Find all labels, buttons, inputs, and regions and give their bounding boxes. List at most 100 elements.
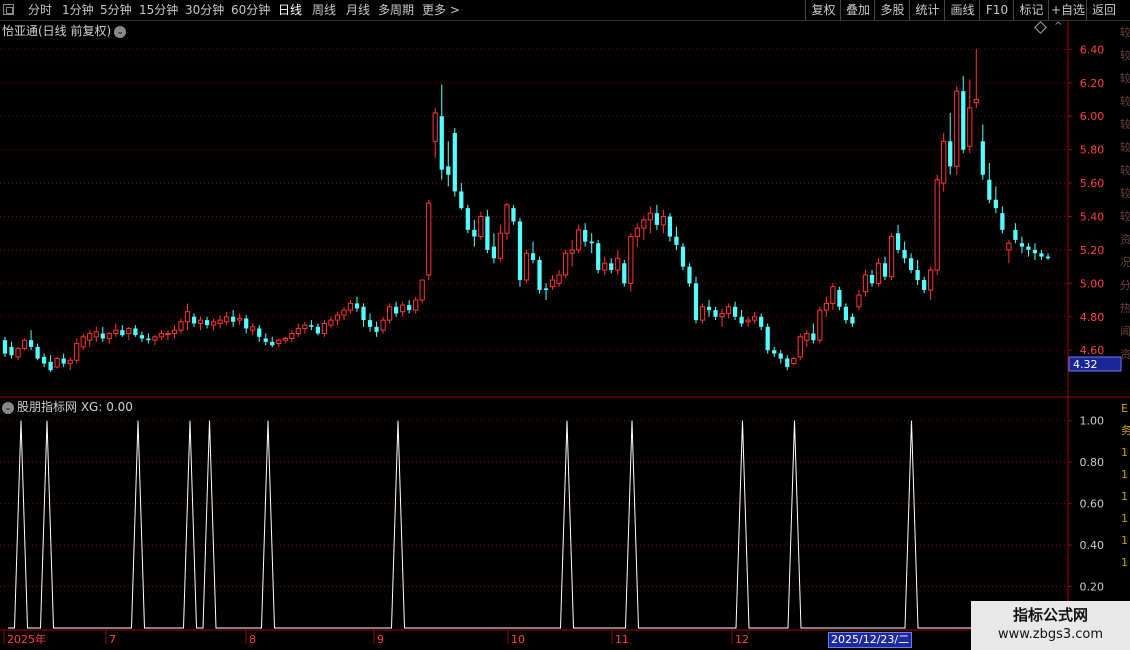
indicator-tick-label: 1.00: [1080, 415, 1105, 428]
candle-body-down: [772, 350, 777, 354]
candle-body-up: [615, 257, 621, 271]
side-label: 分: [1120, 279, 1130, 292]
candle-body-down: [583, 229, 588, 242]
candle-body-up: [478, 216, 484, 238]
toolbar-button-4[interactable]: 画线: [944, 0, 980, 20]
candle-body-up: [413, 299, 419, 311]
watermark-title: 指标公式网: [1012, 606, 1088, 624]
chevron-down-icon[interactable]: ⌄: [114, 25, 127, 38]
toolbar-button-6[interactable]: 标记: [1013, 0, 1049, 20]
side-label: 1: [1121, 556, 1128, 569]
candle-body-up: [875, 262, 882, 284]
candle-body-down: [622, 263, 627, 284]
toolbar-button-5[interactable]: F10: [979, 0, 1014, 20]
candle-body-up: [934, 179, 940, 271]
candle-body-down: [452, 132, 457, 192]
toolbar-button-8[interactable]: 返回: [1086, 0, 1121, 20]
candle-body-up: [576, 229, 582, 251]
caret-up-icon[interactable]: ^: [1054, 21, 1062, 32]
candle-body-up: [54, 358, 60, 368]
side-label: 较: [1120, 117, 1130, 131]
candle-body-up: [954, 90, 960, 167]
date-tick-label: 7: [109, 633, 116, 646]
candle-body-down: [922, 280, 927, 291]
candle-body-up: [210, 321, 217, 326]
candle-body-down: [961, 91, 966, 150]
toolbar-button-0[interactable]: 复权: [805, 0, 841, 20]
indicator-title-text: 股朋指标网 XG: 0.00: [17, 400, 133, 414]
candle-body-up: [699, 306, 706, 321]
candle-body-up: [171, 329, 178, 334]
candle-body-down: [35, 346, 40, 359]
candle-body-up: [817, 309, 823, 341]
period-tab-1[interactable]: 1分钟: [62, 2, 94, 18]
candle-body-down: [446, 166, 451, 175]
candle-body-down: [680, 246, 686, 267]
side-label: 1: [1121, 468, 1128, 481]
period-tab-8[interactable]: 月线: [346, 2, 370, 18]
date-tick-label: 8: [249, 633, 256, 646]
candle-body-up: [224, 316, 230, 323]
toolbar-button-1[interactable]: 叠加: [840, 0, 875, 20]
period-tab-3[interactable]: 15分钟: [139, 2, 178, 18]
side-label: 较: [1120, 48, 1130, 62]
candle-body-up: [660, 216, 667, 226]
kline-chart-canvas[interactable]: 6.40 6.20 6.00 5.80 5.60 5.40 5.20 5.00 4.80 4.60…: [0, 0, 1130, 650]
candle-body-down: [244, 318, 249, 329]
period-tab-10[interactable]: 更多 >: [422, 2, 460, 18]
candle-body-down: [354, 303, 360, 309]
candle-body-up: [217, 319, 223, 324]
date-tick-label: 11: [615, 633, 629, 646]
candle-body-up: [791, 358, 797, 365]
candle-body-down: [811, 333, 816, 341]
indicator-tick-label: 0.40: [1080, 539, 1105, 552]
toolbar-button-3[interactable]: 统计: [909, 0, 945, 20]
chevron-down-icon[interactable]: ⌄: [2, 401, 14, 414]
candle-body-down: [687, 266, 692, 284]
candle-body-down: [667, 216, 673, 237]
date-tick-label: 10: [511, 633, 525, 646]
period-tab-6[interactable]: 日线: [278, 2, 302, 18]
stock-title[interactable]: 怡亚通(日线 前复权) ⌄: [2, 22, 127, 39]
candle-body-up: [321, 322, 328, 334]
period-tab-5[interactable]: 60分钟: [231, 2, 270, 18]
candle-body-up: [804, 332, 810, 341]
side-label: 务: [1121, 424, 1130, 437]
xg-indicator-line: [8, 420, 1048, 629]
watermark-url: www.zbgs3.com: [997, 627, 1104, 642]
candle-body-down: [837, 290, 842, 307]
candle-body-up: [497, 232, 504, 259]
candle-body-up: [549, 279, 556, 288]
candle-body-up: [74, 343, 80, 361]
toolbar-button-7[interactable]: +自选: [1048, 0, 1087, 20]
price-tick-label: 6.40: [1080, 43, 1105, 56]
side-label: 热: [1120, 302, 1130, 315]
toolbar-button-2[interactable]: 多股: [874, 0, 910, 20]
candle-body-down: [765, 326, 770, 351]
candle-body-down: [948, 141, 953, 167]
side-label: 闻: [1120, 324, 1130, 338]
candle-body-down: [987, 179, 992, 200]
candle-body-down: [693, 283, 699, 321]
candle-body-up: [197, 319, 204, 324]
candle-body-down: [1045, 256, 1051, 259]
period-tab-0[interactable]: 分时: [28, 2, 52, 18]
candle-body-down: [739, 316, 744, 324]
period-tab-7[interactable]: 周线: [312, 2, 336, 18]
price-tick-label: 5.40: [1080, 211, 1105, 224]
date-tick-label: 9: [377, 633, 384, 646]
candle-body-up: [862, 274, 869, 293]
candle-body-up: [152, 336, 158, 341]
candle-body-down: [361, 306, 366, 321]
menu-icon[interactable]: [3, 4, 14, 15]
period-tab-2[interactable]: 5分钟: [100, 2, 132, 18]
period-tab-4[interactable]: 30分钟: [185, 2, 224, 18]
candle-body-up: [21, 339, 28, 350]
side-label: 1: [1121, 534, 1128, 547]
candle-body-down: [778, 353, 783, 359]
candle-body-down: [367, 320, 373, 327]
candle-body-down: [713, 310, 718, 317]
candle-body-up: [797, 336, 803, 358]
indicator-title[interactable]: ⌄ 股朋指标网 XG: 0.00: [2, 398, 133, 415]
period-tab-9[interactable]: 多周期: [378, 2, 414, 18]
